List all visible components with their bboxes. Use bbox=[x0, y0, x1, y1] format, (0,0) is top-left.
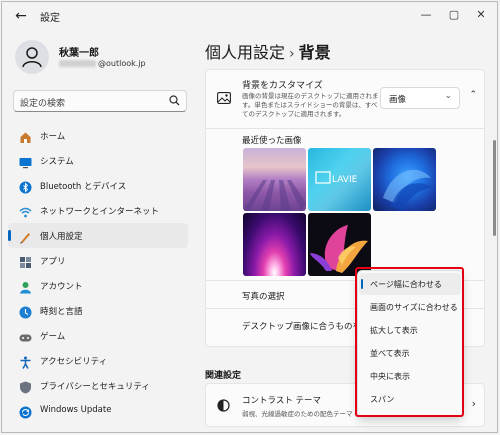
sidebar-item-home[interactable]: ホーム bbox=[8, 123, 188, 148]
sidebar-item-update[interactable]: Windows Update bbox=[8, 398, 188, 423]
user-name: 秋葉一郎 bbox=[59, 48, 99, 59]
page-title: 背景 bbox=[298, 43, 331, 62]
bluetooth-icon bbox=[19, 179, 32, 194]
system-icon bbox=[19, 154, 32, 169]
update-icon bbox=[19, 404, 32, 419]
contrast-icon bbox=[217, 399, 230, 412]
recent-image-1[interactable] bbox=[243, 148, 306, 211]
sidebar-item-label: ホーム bbox=[40, 132, 66, 142]
contrast-title: コントラスト テーマ bbox=[242, 396, 322, 406]
choose-photo-label: 写真の選択 bbox=[242, 292, 285, 302]
window-title: 設定 bbox=[40, 13, 60, 24]
sidebar-item-apps[interactable]: アプリ bbox=[8, 248, 188, 273]
back-arrow-icon[interactable]: ← bbox=[12, 7, 30, 25]
privacy-icon bbox=[19, 379, 32, 394]
scrollbar-thumb[interactable] bbox=[493, 140, 496, 236]
lavie-logo-image: LAVIE bbox=[315, 171, 358, 185]
blurred-email-prefix bbox=[59, 60, 96, 67]
gaming-icon bbox=[19, 329, 32, 342]
recent-image-4[interactable] bbox=[243, 213, 306, 276]
maximize-icon[interactable]: ▢ bbox=[443, 6, 465, 24]
sidebar-item-label: Windows Update bbox=[40, 405, 112, 415]
breadcrumb-parent[interactable]: 個人用設定 bbox=[205, 43, 285, 62]
search-input[interactable]: 設定の検索 bbox=[13, 90, 187, 112]
sidebar-item-gaming[interactable]: ゲーム bbox=[8, 323, 188, 348]
background-type-value: 画像 bbox=[389, 95, 407, 105]
user-icon bbox=[22, 47, 42, 68]
sidebar-item-label: 個人用設定 bbox=[40, 232, 83, 242]
sidebar-item-label: プライバシーとセキュリティ bbox=[40, 382, 150, 392]
sidebar-item-label: アカウント bbox=[40, 282, 83, 292]
lavender-field-image bbox=[243, 180, 306, 211]
close-icon[interactable]: ✕ bbox=[470, 6, 492, 24]
avatar[interactable] bbox=[15, 40, 49, 74]
sidebar-item-system[interactable]: システム bbox=[8, 148, 188, 173]
title-bar: ← 設定 — ▢ ✕ bbox=[2, 2, 497, 30]
sidebar-nav: ホームシステム Bluetooth とデバイスネットワークとインターネット 個人用設… bbox=[8, 123, 188, 423]
chevron-up-icon[interactable]: ⌃ bbox=[469, 90, 477, 100]
recent-image-2[interactable]: LAVIE bbox=[308, 148, 371, 211]
sidebar-item-label: アクセシビリティ bbox=[40, 357, 108, 367]
apps-icon bbox=[19, 254, 32, 268]
sidebar-item-label: システム bbox=[40, 157, 74, 167]
windows-bloom-image bbox=[383, 169, 433, 211]
chevron-right-icon: › bbox=[471, 397, 476, 410]
sidebar-item-label: ゲーム bbox=[40, 332, 66, 342]
minimize-icon[interactable]: — bbox=[415, 6, 437, 24]
breadcrumb-separator: › bbox=[289, 46, 295, 62]
search-placeholder: 設定の検索 bbox=[20, 99, 66, 109]
breadcrumb: 個人用設定 › 背景 bbox=[205, 39, 331, 63]
sidebar-item-bluetooth[interactable]: Bluetooth とデバイス bbox=[8, 173, 188, 198]
sidebar-item-label: アプリ bbox=[40, 257, 66, 267]
background-customize-title: 背景をカスタマイズ bbox=[242, 81, 323, 91]
background-customize-card[interactable]: 背景をカスタマイズ 画像の背景は現在のデスクトップに適用されます。単色またはスラ… bbox=[205, 69, 485, 129]
user-email: @outlook.jp bbox=[59, 59, 146, 68]
sidebar-item-label: 時刻と言語 bbox=[40, 307, 83, 317]
sidebar-item-label: ネットワークとインターネット bbox=[40, 207, 160, 217]
sidebar-item-personalize[interactable]: 個人用設定 bbox=[8, 223, 188, 248]
background-type-select[interactable]: 画像 ⌄ bbox=[380, 87, 460, 109]
sidebar-item-privacy[interactable]: プライバシーとセキュリティ bbox=[8, 373, 188, 398]
lavie-logo-text: LAVIE bbox=[332, 175, 358, 185]
contrast-description: 弱視、光線過敏症のための配色テーマ bbox=[242, 410, 353, 418]
search-icon bbox=[169, 95, 180, 106]
recent-images-title: 最近使った画像 bbox=[242, 136, 302, 146]
recent-images-card: 最近使った画像 LAVIE bbox=[205, 129, 485, 281]
network-icon bbox=[19, 204, 32, 218]
background-customize-description: 画像の背景は現在のデスクトップに適用されます。単色またはスライドショーの背景は、… bbox=[242, 92, 379, 118]
highlight-box bbox=[355, 267, 464, 417]
related-settings-heading: 関連設定 bbox=[205, 371, 242, 381]
personalize-icon bbox=[19, 229, 32, 244]
sidebar-item-network[interactable]: ネットワークとインターネット bbox=[8, 198, 188, 223]
chevron-down-icon: ⌄ bbox=[444, 91, 452, 101]
home-icon bbox=[19, 129, 32, 143]
recent-image-3[interactable] bbox=[373, 148, 436, 211]
picture-icon bbox=[217, 92, 231, 104]
sidebar-item-time-language[interactable]: 時刻と言語 bbox=[8, 298, 188, 323]
account-icon bbox=[19, 279, 32, 294]
sidebar-item-label: Bluetooth とデバイス bbox=[40, 182, 127, 192]
sidebar-item-account[interactable]: アカウント bbox=[8, 273, 188, 298]
sidebar-item-accessibility[interactable]: アクセシビリティ bbox=[8, 348, 188, 373]
time-language-icon bbox=[19, 304, 32, 319]
accessibility-icon bbox=[19, 354, 32, 369]
